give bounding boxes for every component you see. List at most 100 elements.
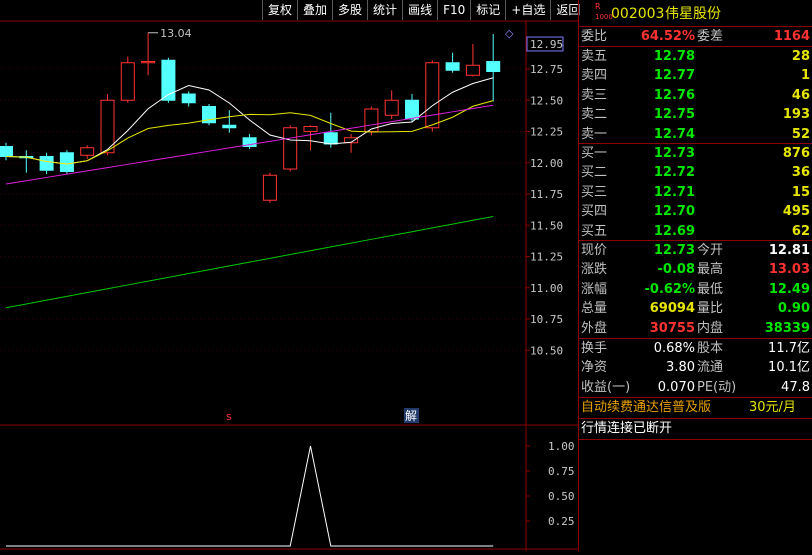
ask-row[interactable]: 卖四 12.77 1 <box>579 66 812 85</box>
candle <box>202 104 216 126</box>
level-price: 12.71 <box>653 184 695 200</box>
candle-body <box>59 152 74 172</box>
price-tick-label: 12.50 <box>530 94 563 107</box>
finance-value: 11.7亿 <box>768 341 810 356</box>
price-tick-label: 11.75 <box>530 188 563 201</box>
level-price: 12.77 <box>653 68 695 84</box>
candle-body <box>80 147 95 156</box>
ma10-line <box>5 100 494 165</box>
bid-row[interactable]: 买一 12.73 876 <box>579 144 812 163</box>
candle-body <box>405 99 419 120</box>
ask-row[interactable]: 卖二 12.75 193 <box>579 105 812 124</box>
price-tick-label: 12.75 <box>530 63 563 76</box>
stat-value: 30755 <box>649 320 695 336</box>
candle <box>486 34 501 102</box>
candle <box>59 150 74 174</box>
promo-price[interactable]: 30元/月 <box>749 398 796 418</box>
weibi-label: 委比 <box>581 29 608 44</box>
finance-label: 净资 <box>581 360 608 376</box>
indicator-tick-label: 0.25 <box>548 515 575 528</box>
stat-value: 12.81 <box>768 243 810 258</box>
level-volume: 193 <box>782 107 810 123</box>
stat-row: 总量 69094 量比 0.90 <box>579 299 812 318</box>
candle-body <box>283 127 298 170</box>
bid-row[interactable]: 买二 12.72 36 <box>579 163 812 182</box>
weibi-row: 委比 64.52% 委差 1164 <box>579 27 812 46</box>
stat-label: 内盘 <box>697 320 724 336</box>
stat-label: 最高 <box>697 262 724 278</box>
candle <box>19 150 34 173</box>
stock-code[interactable]: 002003 <box>611 3 664 25</box>
stat-value: 12.73 <box>653 243 695 258</box>
stat-value: 38339 <box>764 320 810 336</box>
indicator-tick-label: 1.00 <box>548 440 575 453</box>
ma20-line <box>5 104 494 185</box>
candle <box>445 52 460 73</box>
stat-label: 量比 <box>697 301 724 317</box>
ask-row[interactable]: 卖一 12.74 52 <box>579 125 812 144</box>
candle <box>384 90 399 119</box>
toolbar-button-5[interactable]: F10 <box>437 0 470 20</box>
level-label: 买一 <box>581 146 608 161</box>
promo-row[interactable]: 自动续费通达信普及版 30元/月 <box>579 398 812 418</box>
finance-label: PE(动) <box>697 379 737 395</box>
toolbar-button-0[interactable]: 复权 <box>262 0 297 20</box>
price-tick-label: 11.50 <box>530 219 563 232</box>
kline-chart[interactable]: 12.95 12.75 12.50 12.25 12.00 11.75 11.50 11.25… <box>0 0 578 551</box>
price-tick-label: 11.00 <box>530 282 563 295</box>
candle <box>0 142 13 161</box>
candle-body <box>141 61 156 64</box>
bid-row[interactable]: 买三 12.71 15 <box>579 183 812 202</box>
level-volume: 15 <box>791 184 810 200</box>
toolbar-button-3[interactable]: 统计 <box>367 0 402 20</box>
finance-label: 股本 <box>697 341 724 356</box>
toolbar-button-1[interactable]: 叠加 <box>297 0 332 20</box>
ask-row[interactable]: 卖三 12.76 46 <box>579 86 812 105</box>
candle <box>283 125 298 172</box>
level-label: 卖五 <box>581 49 608 64</box>
toolbar-button-7[interactable]: +自选 <box>505 0 550 20</box>
bid-row[interactable]: 买四 12.70 495 <box>579 202 812 221</box>
toolbar-button-4[interactable]: 画线 <box>402 0 437 20</box>
stat-value: 0.90 <box>777 301 810 317</box>
finance-value: 10.1亿 <box>768 360 810 376</box>
level-volume: 36 <box>791 165 810 181</box>
candle <box>344 134 359 153</box>
candle-body <box>120 62 135 101</box>
level-price: 12.72 <box>653 165 695 181</box>
candle-body <box>303 126 318 132</box>
event-mark-jie: 解 <box>405 409 417 423</box>
chart-toolbar: 复权 叠加 多股 统计 画线 F10 标记 +自选 返回 <box>262 0 585 21</box>
finance-label: 流通 <box>697 360 724 376</box>
level-volume: 52 <box>791 126 810 142</box>
stat-row: 涨幅 -0.62% 最低 12.49 <box>579 280 812 299</box>
candle <box>262 172 277 203</box>
stat-row: 外盘 30755 内盘 38339 <box>579 319 812 338</box>
weicha-label: 委差 <box>697 29 724 44</box>
ask-row[interactable]: 卖五 12.78 28 <box>579 47 812 66</box>
candle <box>323 112 338 148</box>
toolbar-button-6[interactable]: 标记 <box>470 0 505 20</box>
candle-body <box>0 146 13 157</box>
kline-chart-area[interactable]: 12.95 12.75 12.50 12.25 12.00 11.75 11.50 11.25… <box>0 0 578 551</box>
price-tick-label: 12.95 <box>530 38 563 51</box>
finance-value: 0.070 <box>657 379 695 395</box>
bid-row[interactable]: 买五 12.69 62 <box>579 222 812 241</box>
candle-body <box>39 156 54 171</box>
candle <box>303 125 318 151</box>
finance-row: 净资 3.80 流通 10.1亿 <box>579 358 812 377</box>
toolbar-button-2[interactable]: 多股 <box>332 0 367 20</box>
candle-body <box>445 62 460 71</box>
connection-status: 行情连接已断开 <box>579 419 812 439</box>
finance-value: 47.8 <box>781 379 810 395</box>
divider <box>579 439 812 440</box>
level-price: 12.76 <box>653 87 695 103</box>
level-price: 12.75 <box>653 107 695 123</box>
stat-value: 69094 <box>649 301 695 317</box>
stat-label: 现价 <box>581 243 608 258</box>
candle-body <box>384 99 399 116</box>
promo-text[interactable]: 自动续费通达信普及版 <box>581 398 711 418</box>
status-text: 行情连接已断开 <box>581 421 673 436</box>
candle-body <box>486 61 501 72</box>
stock-name[interactable]: 伟星股份 <box>665 3 721 25</box>
